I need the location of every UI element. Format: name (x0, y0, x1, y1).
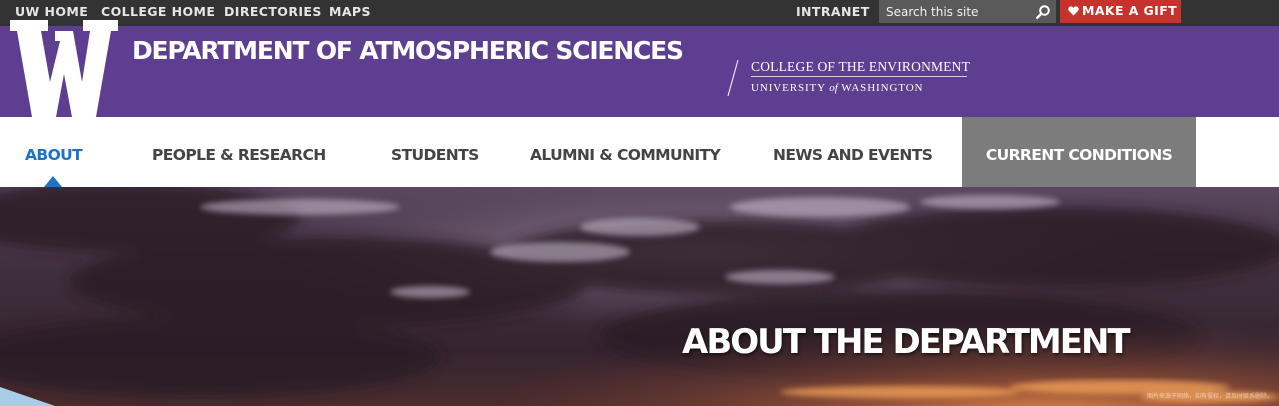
nav-alumni-community[interactable]: ALUMNI & COMMUNITY (530, 146, 721, 164)
hero-banner: ABOUT THE DEPARTMENT 图片来源于网络，如有侵权，请及时联系删… (0, 187, 1279, 406)
magnifier-icon[interactable] (1035, 4, 1051, 20)
search-input[interactable] (879, 0, 1029, 23)
department-title[interactable]: DEPARTMENT OF ATMOSPHERIC SCIENCES (132, 36, 684, 65)
heart-icon (1068, 6, 1079, 16)
image-credit: 图片来源于网络，如有侵权，请及时联系删除。 (1147, 393, 1274, 400)
storm-sky-image (0, 187, 1279, 406)
intranet-link[interactable]: INTRANET (796, 4, 870, 19)
univ-of: of (829, 82, 838, 94)
site-search (879, 0, 1056, 23)
hero-title: ABOUT THE DEPARTMENT (682, 322, 1131, 362)
directories-link[interactable]: DIRECTORIES (224, 4, 322, 19)
college-underline (751, 76, 967, 77)
univ-word: UNIVERSITY (751, 82, 826, 94)
nav-people-research[interactable]: PEOPLE & RESEARCH (152, 146, 326, 164)
college-home-link[interactable]: COLLEGE HOME (101, 4, 215, 19)
uw-home-link[interactable]: UW HOME (15, 4, 88, 19)
nav-current-conditions[interactable]: CURRENT CONDITIONS (962, 117, 1196, 187)
make-a-gift-button[interactable]: MAKE A GIFT (1060, 0, 1181, 23)
nav-students[interactable]: STUDENTS (391, 146, 479, 164)
nav-news-events[interactable]: NEWS AND EVENTS (773, 146, 933, 164)
univ-washington: WASHINGTON (841, 82, 924, 94)
gift-label: MAKE A GIFT (1082, 3, 1178, 18)
uw-w-logo[interactable] (10, 20, 118, 117)
current-conditions-label: CURRENT CONDITIONS (985, 146, 1173, 164)
header-divider-slash (727, 60, 739, 96)
college-of-environment-link[interactable]: COLLEGE OF THE ENVIRONMENT (751, 59, 970, 75)
top-utility-bar: UW HOME COLLEGE HOME DIRECTORIES MAPS IN… (0, 0, 1279, 26)
nav-about[interactable]: ABOUT (25, 146, 83, 164)
maps-link[interactable]: MAPS (329, 4, 371, 19)
university-of-washington-link[interactable]: UNIVERSITY of WASHINGTON (751, 82, 923, 94)
active-nav-indicator (44, 176, 62, 187)
